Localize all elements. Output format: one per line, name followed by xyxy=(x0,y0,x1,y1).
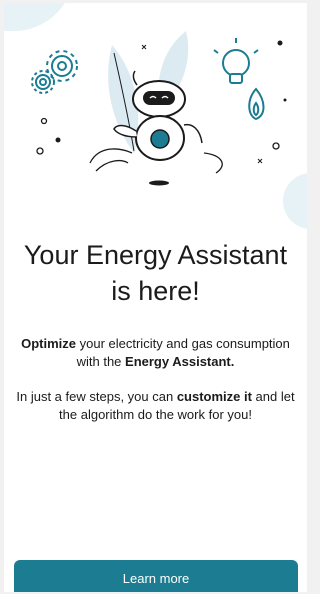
intro-paragraph: Optimize your electricity and gas consum… xyxy=(14,335,297,371)
energy-assistant-illustration xyxy=(31,31,287,186)
flame-icon xyxy=(248,87,265,121)
onboarding-screen: Your Energy Assistant is here! Optimize … xyxy=(4,3,307,592)
title-line-1: Your Energy Assistant xyxy=(23,240,288,270)
lightbulb-icon xyxy=(213,38,259,84)
steps-text-1: In just a few steps, you can xyxy=(16,389,177,404)
page-title: Your Energy Assistant is here! xyxy=(12,237,299,309)
gear-icon xyxy=(31,50,78,94)
steps-paragraph: In just a few steps, you can customize i… xyxy=(14,388,297,424)
intro-bold-assistant: Energy Assistant. xyxy=(125,354,235,369)
learn-more-button[interactable]: Learn more xyxy=(14,560,298,592)
title-line-2: is here! xyxy=(111,276,200,306)
steps-bold-customize: customize it xyxy=(176,389,252,404)
intro-bold-optimize: Optimize xyxy=(21,336,76,351)
